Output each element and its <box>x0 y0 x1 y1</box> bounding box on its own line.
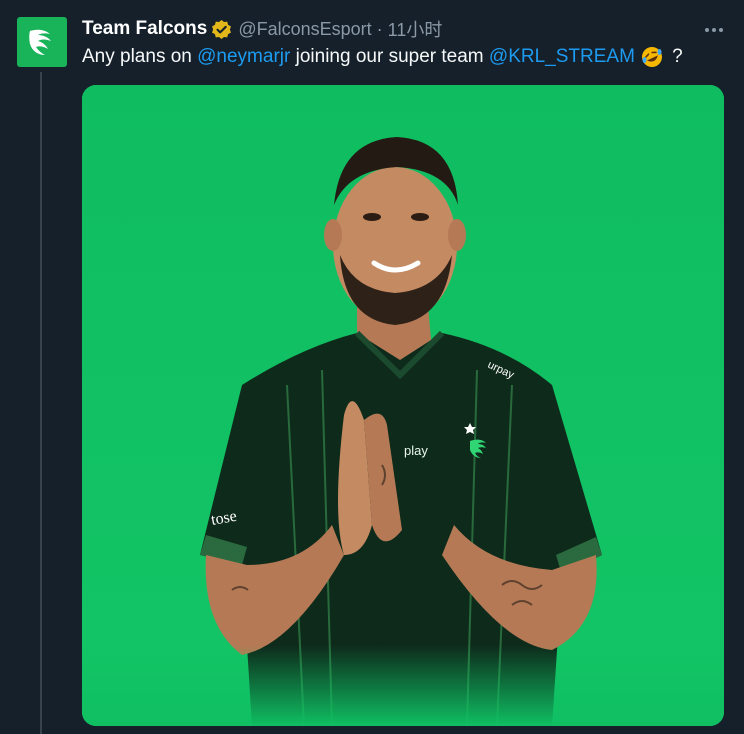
more-options-icon[interactable] <box>700 18 728 42</box>
thread-line <box>40 72 42 734</box>
mention-link-krl-stream[interactable]: @KRL_STREAM <box>489 46 635 68</box>
falcon-logo-icon <box>29 29 51 55</box>
tweet-text-part: ? <box>666 46 683 67</box>
gold-verified-badge-icon[interactable] <box>211 19 232 40</box>
jersey-sponsor-chest: play <box>404 443 428 458</box>
author-handle[interactable]: @FalconsEsport <box>238 19 371 40</box>
author-avatar[interactable] <box>17 17 67 67</box>
tweet-text-part: joining our super team <box>290 46 489 67</box>
tweet-text: Any plans on @neymarjr joining our super… <box>82 44 683 70</box>
separator-dot: · <box>376 18 383 39</box>
tweet-card: Team Falcons @FalconsEsport · 11小时 Any p… <box>0 0 744 734</box>
mention-link-neymarjr[interactable]: @neymarjr <box>197 46 290 68</box>
rolling-on-floor-laughing-emoji <box>641 46 663 68</box>
tweet-photo-illustration: urpay play tose <box>82 85 724 726</box>
tweet-text-part: Any plans on <box>82 46 198 67</box>
tweet-timestamp[interactable]: 11小时 <box>388 16 443 42</box>
tweet-header: Team Falcons @FalconsEsport · 11小时 <box>82 17 442 41</box>
author-display-name[interactable]: Team Falcons <box>82 18 207 40</box>
tweet-photo[interactable]: urpay play tose <box>82 85 724 726</box>
